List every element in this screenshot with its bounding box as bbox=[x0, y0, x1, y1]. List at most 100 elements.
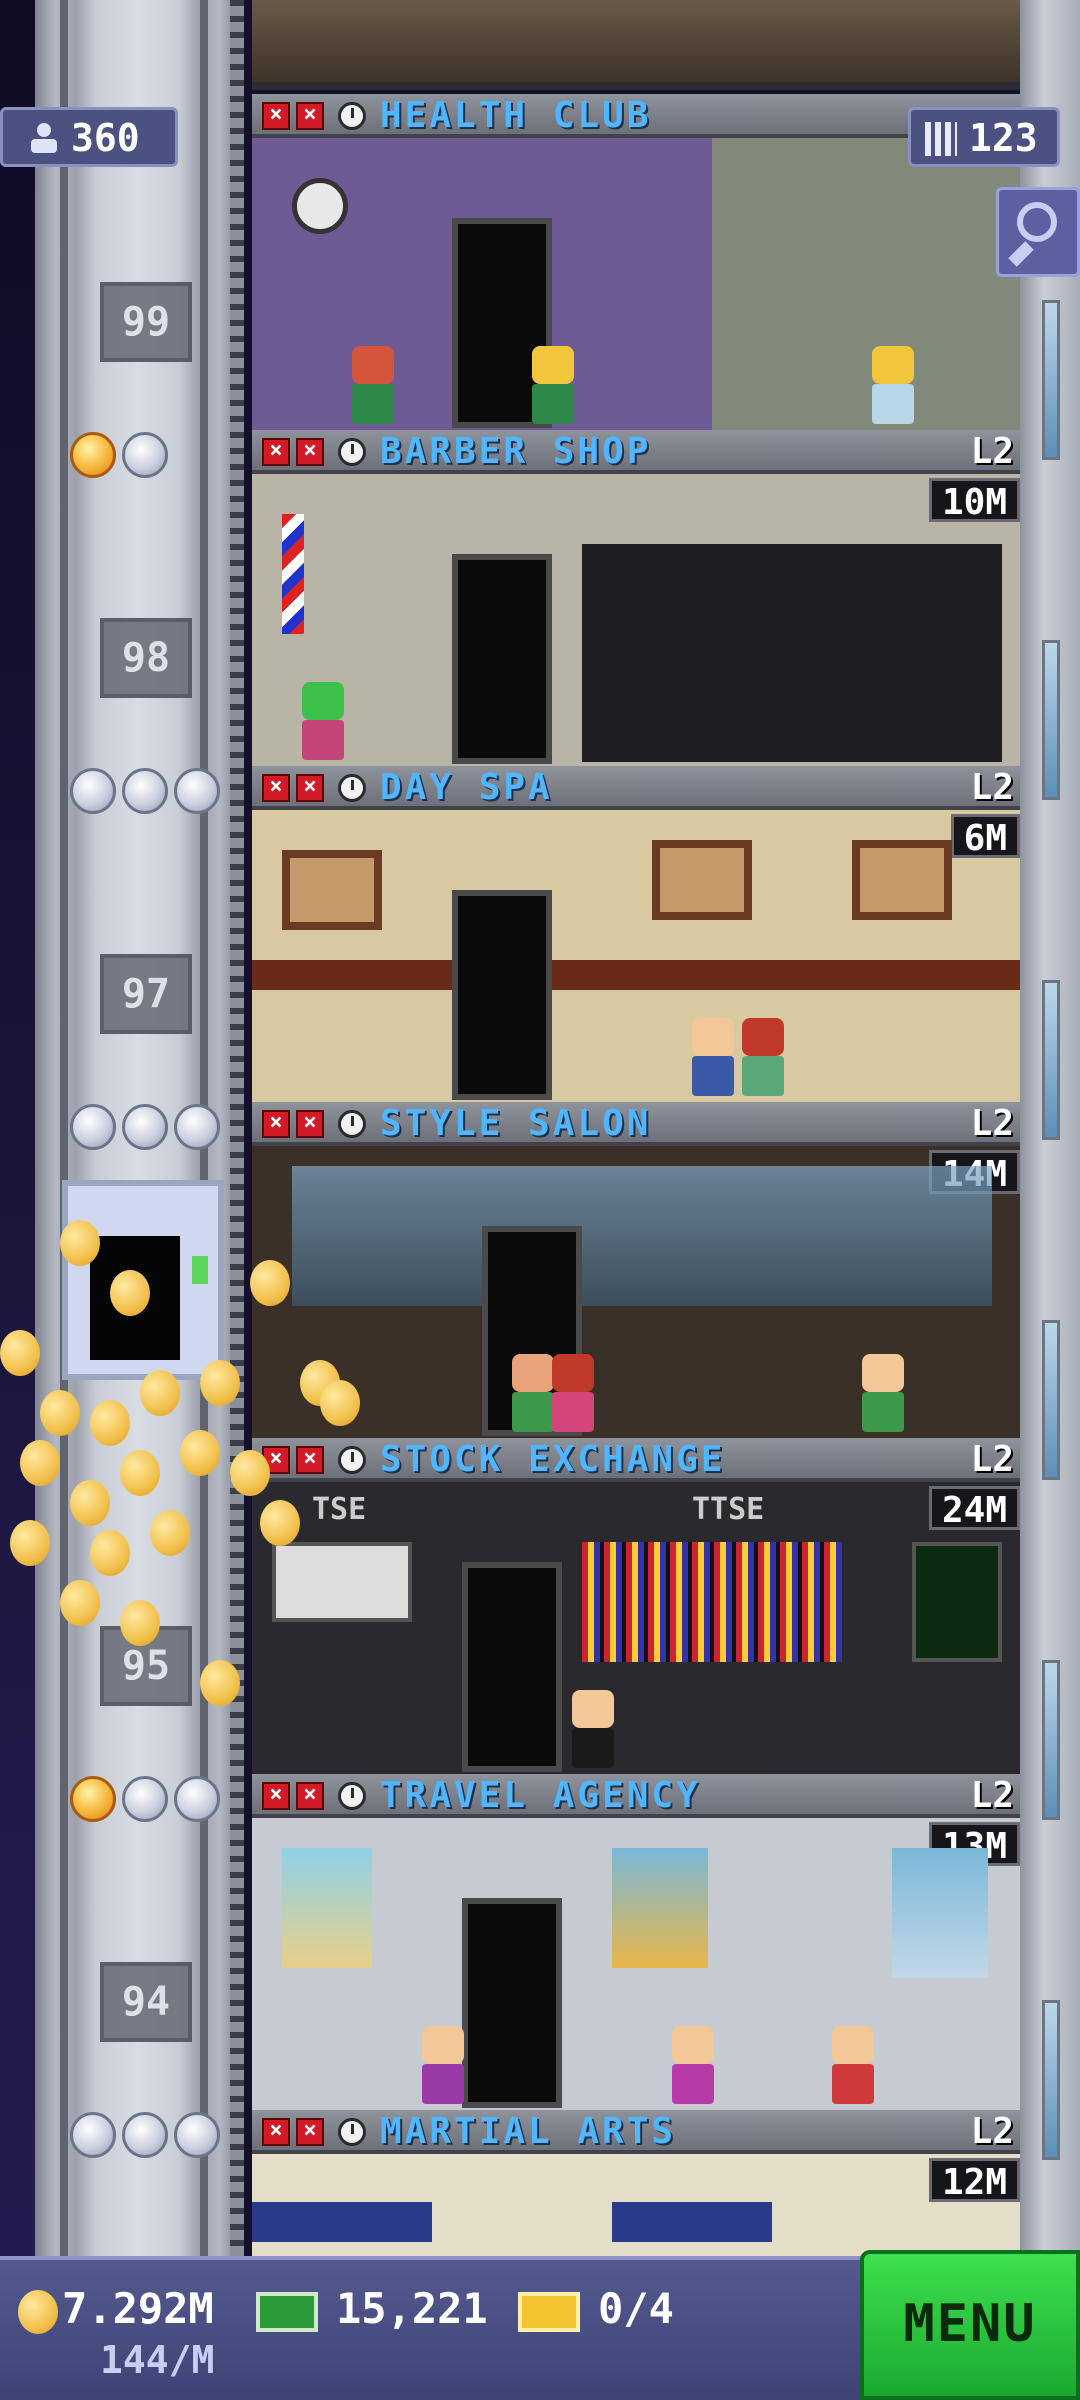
clock-icon bbox=[338, 438, 366, 466]
tower-bux-icon bbox=[256, 2292, 318, 2332]
door bbox=[452, 890, 552, 1100]
x-icon: × bbox=[262, 2118, 290, 2146]
silver-star-icon bbox=[174, 768, 220, 814]
floor-style-salon[interactable]: × × STYLE SALON L2 14M bbox=[252, 1102, 1020, 1438]
floor-name: HEALTH CLUB bbox=[380, 95, 652, 136]
silver-star-icon bbox=[174, 1104, 220, 1150]
population-badge[interactable]: 360 bbox=[0, 107, 178, 167]
gold-star-icon bbox=[70, 432, 116, 478]
tse-sign: TTSE bbox=[692, 1492, 765, 1527]
floor-name: STOCK EXCHANGE bbox=[380, 1439, 726, 1480]
window bbox=[1042, 640, 1060, 800]
clock-icon bbox=[338, 774, 366, 802]
silver-star-icon bbox=[70, 1104, 116, 1150]
floor-level: L2 bbox=[970, 1775, 1014, 1816]
star-rating bbox=[70, 1776, 220, 1822]
floor-level: L2 bbox=[970, 431, 1014, 472]
ticker-board bbox=[582, 1542, 842, 1662]
floor-travel-agency[interactable]: × × TRAVEL AGENCY L2 13M bbox=[252, 1774, 1020, 2110]
star-rating bbox=[70, 2112, 220, 2158]
x-icon: × bbox=[296, 1446, 324, 1474]
silver-star-icon bbox=[122, 2112, 168, 2158]
picture-frame bbox=[282, 850, 382, 930]
room-scene bbox=[252, 138, 1020, 430]
space-background bbox=[0, 0, 40, 2400]
floor-header: × × MARTIAL ARTS L2 bbox=[252, 2110, 1020, 2154]
poster bbox=[612, 1848, 708, 1968]
floor-count: 123 bbox=[969, 116, 1038, 160]
x-icon: × bbox=[262, 438, 290, 466]
star-rating bbox=[70, 432, 168, 478]
wall-clock bbox=[292, 178, 348, 234]
monitor bbox=[912, 1542, 1002, 1662]
banner bbox=[252, 2202, 432, 2242]
barber-pole bbox=[282, 514, 304, 634]
population-count: 360 bbox=[71, 116, 140, 160]
x-icon: × bbox=[296, 1110, 324, 1138]
stock-chart-board bbox=[272, 1542, 412, 1622]
window bbox=[1042, 1660, 1060, 1820]
silver-star-icon bbox=[174, 2112, 220, 2158]
golden-ticket-icon bbox=[518, 2292, 580, 2332]
floor-name: TRAVEL AGENCY bbox=[380, 1775, 701, 1816]
silver-star-icon bbox=[122, 1776, 168, 1822]
door bbox=[452, 554, 552, 764]
window bbox=[1042, 2000, 1060, 2160]
floor-stock-exchange[interactable]: × × STOCK EXCHANGE L2 24M TSE TTSE bbox=[252, 1438, 1020, 1774]
silver-star-icon bbox=[122, 1104, 168, 1150]
silver-star-icon bbox=[70, 768, 116, 814]
room-scene bbox=[252, 474, 1020, 766]
floor-count-badge[interactable]: 123 bbox=[908, 107, 1060, 167]
star-rating bbox=[70, 1104, 220, 1150]
building-icon bbox=[925, 122, 957, 156]
ticket-count: 0/4 bbox=[598, 2284, 674, 2333]
floor-martial-arts[interactable]: × × MARTIAL ARTS L2 12M bbox=[252, 2110, 1020, 2256]
coins-total: 7.292M bbox=[62, 2284, 214, 2333]
poster bbox=[892, 1848, 988, 1978]
floor-header: × × DAY SPA L2 bbox=[252, 766, 1020, 810]
picture-frame bbox=[652, 840, 752, 920]
floor-partial-top[interactable] bbox=[252, 0, 1020, 90]
floor-name: DAY SPA bbox=[380, 767, 553, 808]
x-icon: × bbox=[296, 774, 324, 802]
x-icon: × bbox=[296, 2118, 324, 2146]
clock-icon bbox=[338, 2118, 366, 2146]
floor-number-98: 98 bbox=[100, 618, 192, 698]
floor-number-97: 97 bbox=[100, 954, 192, 1034]
coin-icon bbox=[18, 2290, 58, 2334]
floor-level: L2 bbox=[970, 767, 1014, 808]
floor-level: L2 bbox=[970, 1439, 1014, 1480]
banner bbox=[612, 2202, 772, 2242]
x-icon: × bbox=[296, 102, 324, 130]
magnifier-handle bbox=[1008, 241, 1034, 267]
floor-name: STYLE SALON bbox=[380, 1103, 652, 1144]
magnifier-icon bbox=[1017, 202, 1057, 242]
floor-health-club[interactable]: × × HEALTH CLUB bbox=[252, 94, 1020, 430]
floor-header: × × STYLE SALON L2 bbox=[252, 1102, 1020, 1146]
poster bbox=[282, 1848, 372, 1968]
door bbox=[462, 1562, 562, 1772]
window bbox=[1042, 980, 1060, 1140]
silver-star-icon bbox=[122, 768, 168, 814]
clock-icon bbox=[338, 1782, 366, 1810]
silver-star-icon bbox=[122, 432, 168, 478]
floor-name: MARTIAL ARTS bbox=[380, 2111, 677, 2152]
menu-button[interactable]: MENU bbox=[860, 2250, 1080, 2400]
room-scene bbox=[252, 1818, 1020, 2110]
floor-barber-shop[interactable]: × × BARBER SHOP L2 10M bbox=[252, 430, 1020, 766]
floor-number-99: 99 bbox=[100, 282, 192, 362]
bux-count: 15,221 bbox=[336, 2284, 488, 2333]
picture-frame bbox=[852, 840, 952, 920]
floor-name: BARBER SHOP bbox=[380, 431, 652, 472]
coins-rate: 144/M bbox=[100, 2338, 215, 2382]
elevator-light bbox=[192, 1256, 208, 1284]
person-icon bbox=[31, 123, 57, 153]
silver-star-icon bbox=[70, 2112, 116, 2158]
x-icon: × bbox=[262, 102, 290, 130]
tse-sign: TSE bbox=[312, 1492, 367, 1527]
zoom-button[interactable] bbox=[996, 187, 1080, 277]
floor-header: × × STOCK EXCHANGE L2 bbox=[252, 1438, 1020, 1482]
floor-day-spa[interactable]: × × DAY SPA L2 6M bbox=[252, 766, 1020, 1102]
floor-number-94: 94 bbox=[100, 1962, 192, 2042]
room-scene bbox=[252, 1146, 1020, 1438]
